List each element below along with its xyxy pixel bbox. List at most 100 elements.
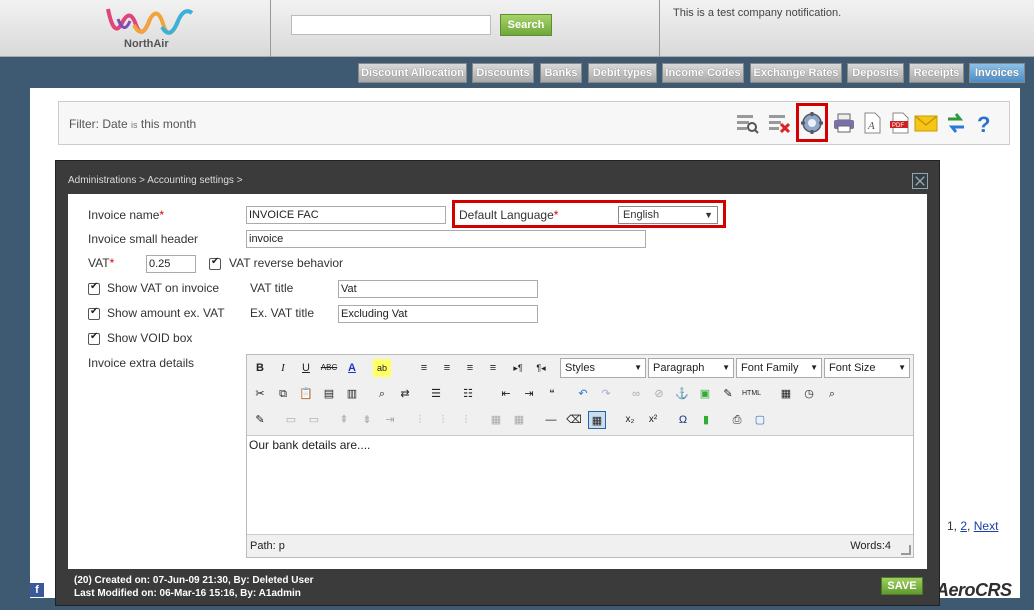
paragraph-dropdown[interactable]: Paragraph ▼ <box>648 358 734 378</box>
media-icon[interactable]: ▮ <box>697 411 715 429</box>
bullet-list-icon[interactable]: ☰ <box>427 385 445 403</box>
html-source-icon[interactable]: HTML <box>742 385 761 403</box>
pagination: 1, 2, Next <box>947 519 998 533</box>
image-icon[interactable]: ▣ <box>696 385 714 403</box>
small-header-field[interactable]: invoice <box>246 230 646 248</box>
highlight-color-icon[interactable]: ab <box>373 359 391 377</box>
tab-receipts[interactable]: Receipts <box>909 63 964 83</box>
email-icon[interactable] <box>914 111 938 135</box>
insert-col-after-icon[interactable]: ⫶ <box>434 411 452 429</box>
merge-cells-icon[interactable]: ▦ <box>510 411 528 429</box>
print-icon[interactable] <box>832 111 856 135</box>
outdent-icon[interactable]: ⇤ <box>497 385 515 403</box>
editor-print-icon[interactable]: ⎙ <box>728 411 746 429</box>
font-color-icon[interactable]: A <box>343 359 361 377</box>
filter-summary[interactable]: Filter: Date is this month <box>69 117 196 131</box>
tab-debit-types[interactable]: Debit types <box>588 63 657 83</box>
close-icon[interactable] <box>912 173 928 189</box>
align-center-icon[interactable]: ≡ <box>438 359 456 377</box>
insert-row-after-icon[interactable]: ⇟ <box>358 411 376 429</box>
cut-icon[interactable]: ✂ <box>251 385 269 403</box>
resize-grip-icon[interactable] <box>901 545 911 555</box>
tab-discounts[interactable]: Discounts <box>472 63 534 83</box>
cleanup-icon[interactable]: ✎ <box>719 385 737 403</box>
blockquote-icon[interactable]: “ <box>543 385 561 403</box>
paste-word-icon[interactable]: ▥ <box>343 385 361 403</box>
remove-format-icon[interactable]: ⌫ <box>565 411 583 429</box>
horizontal-rule-icon[interactable]: — <box>542 411 560 429</box>
tab-deposits[interactable]: Deposits <box>847 63 904 83</box>
numbered-list-icon[interactable]: ☷ <box>459 385 477 403</box>
tab-invoices[interactable]: Invoices <box>969 63 1025 83</box>
underline-icon[interactable]: U <box>297 359 315 377</box>
bold-icon[interactable]: B <box>251 359 269 377</box>
visual-aid-icon[interactable]: ▦ <box>588 411 606 429</box>
default-language-select[interactable]: English ▼ <box>618 206 718 224</box>
search-button[interactable]: Search <box>500 14 552 36</box>
show-void-checkbox[interactable] <box>88 331 100 345</box>
paste-text-icon[interactable]: ▤ <box>320 385 338 403</box>
fullscreen-icon[interactable]: ▢ <box>751 411 769 429</box>
refresh-icon[interactable] <box>944 111 968 135</box>
align-right-icon[interactable]: ≡ <box>461 359 479 377</box>
rtl-icon[interactable]: ¶◂ <box>532 359 550 377</box>
invoice-name-field[interactable]: INVOICE FAC <box>246 206 446 224</box>
export-pdf-icon[interactable]: PDF <box>888 111 912 135</box>
vat-title-field[interactable]: Vat <box>338 280 538 298</box>
tab-discount-allocation[interactable]: Discount Allocation <box>358 63 467 83</box>
save-button[interactable]: SAVE <box>881 577 923 595</box>
filter-prefix: Filter: Date <box>69 117 128 131</box>
vat-reverse-checkbox[interactable] <box>209 256 221 270</box>
font-size-dropdown[interactable]: Font Size ▼ <box>824 358 910 378</box>
tab-income-codes[interactable]: Income Codes <box>662 63 744 83</box>
northair-logo[interactable] <box>104 5 196 39</box>
delete-row-icon[interactable]: ⇥ <box>381 411 399 429</box>
replace-icon[interactable]: ⇄ <box>396 385 414 403</box>
indent-icon[interactable]: ⇥ <box>520 385 538 403</box>
paste-icon[interactable]: 📋 <box>297 385 315 403</box>
show-amount-ex-vat-checkbox[interactable] <box>88 306 100 320</box>
vat-field[interactable]: 0.25 <box>146 255 196 273</box>
strikethrough-icon[interactable]: ABC <box>320 359 338 377</box>
insert-col-before-icon[interactable]: ⫶ <box>411 411 429 429</box>
clear-filter-icon[interactable] <box>767 111 791 135</box>
ex-vat-title-field[interactable]: Excluding Vat <box>338 305 538 323</box>
delete-col-icon[interactable]: ⫶ <box>457 411 475 429</box>
editor-toolbar-row-2: ✂ ⧉ 📋 ▤ ▥ ⌕ ⇄ ☰ ☷ ⇤ ⇥ “ ↶ ↷ ∞ ⊘ ⚓ ▣ ✎ HT… <box>247 381 913 407</box>
facebook-icon[interactable]: f <box>30 583 44 597</box>
link-icon[interactable]: ∞ <box>627 385 645 403</box>
redo-icon[interactable]: ↷ <box>597 385 615 403</box>
copy-icon[interactable]: ⧉ <box>274 385 292 403</box>
tab-exchange-rates[interactable]: Exchange Rates <box>750 63 842 83</box>
align-justify-icon[interactable]: ≡ <box>484 359 502 377</box>
styles-dropdown[interactable]: Styles ▼ <box>560 358 646 378</box>
find-icon[interactable]: ⌕ <box>373 385 391 403</box>
font-family-dropdown[interactable]: Font Family ▼ <box>736 358 822 378</box>
search-input[interactable] <box>291 15 491 35</box>
pagination-next[interactable]: Next <box>974 519 999 533</box>
superscript-icon[interactable]: x² <box>644 411 662 429</box>
split-cells-icon[interactable]: ▦ <box>487 411 505 429</box>
insert-date-icon[interactable]: ▦ <box>777 385 795 403</box>
tab-banks[interactable]: Banks <box>540 63 582 83</box>
subscript-icon[interactable]: x₂ <box>621 411 639 429</box>
insert-row-before-icon[interactable]: ⇞ <box>335 411 353 429</box>
anchor-icon[interactable]: ⚓ <box>673 385 691 403</box>
align-left-icon[interactable]: ≡ <box>415 359 433 377</box>
unlink-icon[interactable]: ⊘ <box>650 385 668 403</box>
help-icon[interactable]: ? <box>972 111 996 135</box>
preview-icon[interactable]: ⌕ <box>823 385 841 403</box>
insert-time-icon[interactable]: ◷ <box>800 385 818 403</box>
settings-gear-icon[interactable] <box>800 111 824 135</box>
special-char-icon[interactable]: Ω <box>674 411 692 429</box>
show-vat-checkbox[interactable] <box>88 281 100 295</box>
ltr-icon[interactable]: ▸¶ <box>509 359 527 377</box>
undo-icon[interactable]: ↶ <box>574 385 592 403</box>
italic-icon[interactable]: I <box>274 359 292 377</box>
edit-icon[interactable]: ✎ <box>251 411 269 429</box>
export-text-icon[interactable]: A <box>860 111 884 135</box>
editor-content-area[interactable]: Our bank details are.... <box>247 435 913 535</box>
table-cell-props-icon[interactable]: ▭ <box>305 411 323 429</box>
search-list-icon[interactable] <box>735 111 759 135</box>
table-row-props-icon[interactable]: ▭ <box>282 411 300 429</box>
